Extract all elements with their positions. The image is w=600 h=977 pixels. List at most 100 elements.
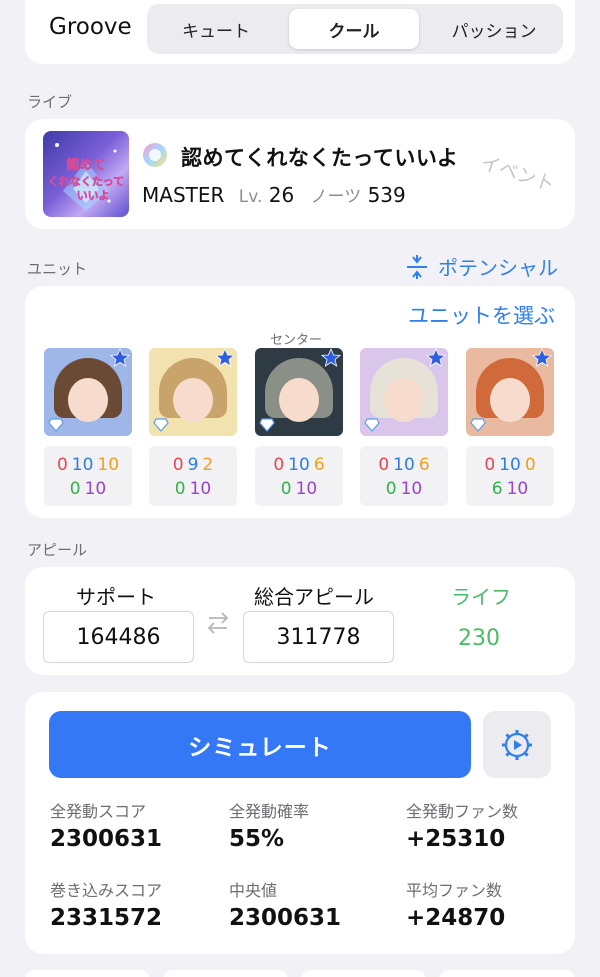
bottom-card-stub — [301, 970, 426, 977]
level-label: Lv. — [238, 187, 263, 207]
gem-icon — [153, 418, 169, 432]
tab-cute[interactable]: キュート — [151, 9, 281, 49]
potential-stat-value: 10 — [288, 455, 310, 475]
potential-stat-value: 0 — [56, 455, 68, 475]
idol-potential-stats: 0 10 10 0 10 — [44, 446, 132, 506]
potential-stat-value: 0 — [484, 455, 496, 475]
potential-stat-value: 0 — [385, 479, 397, 499]
potential-stat-value: 6 — [313, 455, 325, 475]
live-meta: MASTER Lv. 26 ノーツ 539 — [142, 182, 406, 207]
full-activation-score-label: 全発動スコア — [50, 802, 147, 821]
song-jacket-image: 認めて くれなくたって いいよ — [43, 131, 129, 217]
notes-label: ノーツ — [310, 187, 362, 207]
tab-cool[interactable]: クール — [289, 9, 419, 49]
potential-stat-value: 10 — [189, 479, 212, 499]
simulate-button[interactable]: シミュレート — [49, 711, 471, 778]
potential-stat-value: 6 — [491, 479, 503, 499]
idol-potential-stats: 0 10 0 6 10 — [466, 446, 554, 506]
support-appeal-field[interactable]: 164486 — [43, 611, 194, 663]
center-label: センター — [270, 333, 323, 348]
level-value: 26 — [268, 183, 295, 207]
potential-stat-value: 0 — [273, 455, 285, 475]
star-icon — [426, 348, 446, 367]
life-label: ライフ — [451, 585, 511, 609]
idol-card[interactable] — [44, 348, 132, 436]
gem-icon — [470, 418, 486, 432]
bottom-card-stub — [439, 970, 575, 977]
idol-card[interactable] — [360, 348, 448, 436]
potential-stat-value: 0 — [172, 455, 184, 475]
svg-text:いいよ: いいよ — [77, 189, 110, 202]
unit-section-label: ユニット — [27, 260, 88, 278]
idol-face — [490, 378, 530, 422]
gem-icon — [364, 418, 380, 432]
potential-stat-value: 10 — [393, 455, 415, 475]
median-value: 2300631 — [229, 905, 342, 931]
potential-stat-value: 6 — [418, 455, 430, 475]
idol-face — [384, 378, 424, 422]
idol-card[interactable] — [466, 348, 554, 436]
potential-stat-value: 10 — [400, 479, 423, 499]
bottom-card-stub — [163, 970, 288, 977]
choose-unit-button[interactable]: ユニットを選ぶ — [408, 300, 555, 330]
life-value: 230 — [458, 626, 500, 651]
full-activation-fans-value: +25310 — [406, 826, 506, 852]
potential-stat-value: 10 — [295, 479, 318, 499]
involvement-score-value: 2331572 — [50, 905, 163, 931]
potential-stat-value: 10 — [506, 479, 529, 499]
idol-potential-stats: 0 10 6 0 10 — [360, 446, 448, 506]
svg-text:認めて: 認めて — [66, 157, 105, 173]
average-fans-value: +24870 — [406, 905, 506, 931]
idol-potential-stats: 0 10 6 0 10 — [255, 446, 343, 506]
idol-card[interactable] — [255, 348, 343, 436]
potential-stat-value: 0 — [378, 455, 390, 475]
groove-label: Groove — [49, 14, 132, 40]
potential-stat-value: 0 — [174, 479, 186, 499]
potential-stat-value: 0 — [69, 479, 81, 499]
simulation-settings-button[interactable] — [483, 711, 551, 778]
bottom-card-stub — [25, 970, 150, 977]
appeal-section-label: アピール — [27, 541, 88, 559]
live-card[interactable]: 認めて くれなくたって いいよ 認めてくれなくたっていいよ イベント MASTE… — [25, 119, 575, 229]
potential-stat-value: 10 — [71, 455, 94, 475]
star-icon — [321, 348, 341, 367]
gem-icon — [259, 418, 275, 432]
potential-stat-value: 9 — [187, 455, 199, 475]
notes-value: 539 — [367, 183, 406, 207]
average-fans-label: 平均ファン数 — [406, 881, 503, 900]
idol-card[interactable] — [149, 348, 237, 436]
full-activation-fans-label: 全発動ファン数 — [406, 802, 519, 821]
appeal-card: サポート 164486 総合アピール 311778 ライフ 230 — [25, 567, 575, 675]
total-appeal-field[interactable]: 311778 — [243, 611, 394, 663]
svg-text:くれなくたって: くれなくたって — [48, 175, 124, 188]
potential-stat-value: 10 — [499, 455, 521, 475]
star-icon — [110, 348, 130, 367]
simulation-card: シミュレート 全発動スコア 2300631 全発動確率 55% 全発動ファン数 … — [25, 692, 575, 954]
star-icon — [532, 348, 552, 367]
involvement-score-label: 巻き込みスコア — [50, 881, 163, 900]
idol-face — [68, 378, 108, 422]
attribute-card: Groove キュート クール パッション — [25, 0, 575, 64]
potential-stat-value: 0 — [280, 479, 292, 499]
potential-stat-value: 2 — [202, 455, 214, 475]
attribute-segmented-control: キュート クール パッション — [147, 4, 563, 54]
unit-card: ユニットを選ぶ センター 0 10 10 0 10 0 9 2 0 10 0 10 6 0 10 0 10 6 0 1… — [25, 286, 575, 518]
idol-face — [279, 378, 319, 422]
potential-stat-value: 10 — [97, 455, 120, 475]
event-tag: イベント — [477, 151, 558, 197]
full-activation-rate-value: 55% — [229, 826, 285, 852]
gear-icon — [502, 729, 532, 760]
potential-button[interactable]: ポテンシャル — [404, 252, 558, 281]
all-type-attribute-icon — [143, 143, 167, 167]
difficulty: MASTER — [142, 183, 225, 207]
potential-label: ポテンシャル — [438, 256, 558, 280]
median-label: 中央値 — [229, 881, 278, 900]
song-title: 認めてくれなくたっていいよ — [181, 146, 459, 170]
idol-face — [173, 378, 213, 422]
gem-icon — [48, 418, 64, 432]
idol-potential-stats: 0 9 2 0 10 — [149, 446, 237, 506]
tab-passion[interactable]: パッション — [429, 9, 559, 49]
full-activation-rate-label: 全発動確率 — [229, 802, 310, 821]
potential-icon — [407, 254, 427, 279]
swap-arrows-icon — [207, 612, 229, 634]
